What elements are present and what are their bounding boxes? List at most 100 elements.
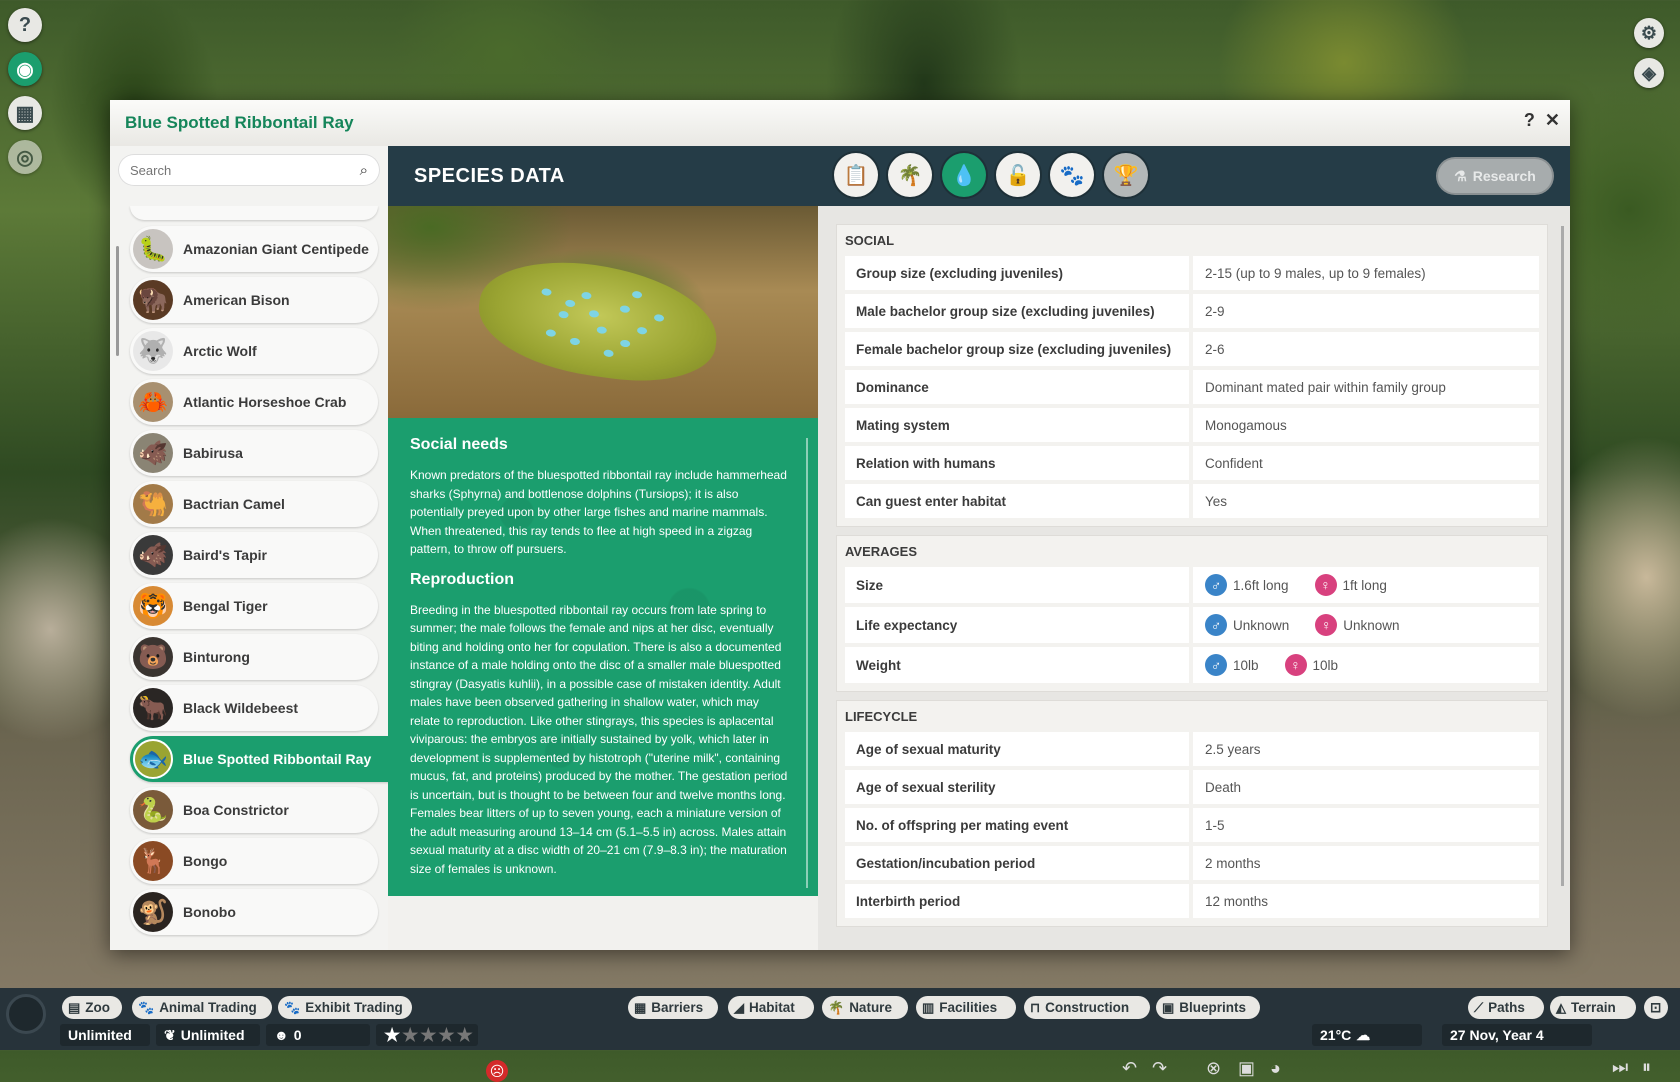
view-mode-icon[interactable]: ⊗ <box>1206 1058 1221 1079</box>
content-title: SPECIES DATA <box>414 164 565 187</box>
bottom-tab-facilities[interactable]: ▥ Facilities <box>916 996 1016 1019</box>
data-value: Death <box>1193 770 1539 804</box>
data-label: Mating system <box>845 408 1189 442</box>
zoopedia-icon[interactable]: ◉ <box>8 52 42 86</box>
species-item[interactable]: 🦀 Atlantic Horseshoe Crab <box>130 379 378 425</box>
species-name: Amazonian Giant Centipede <box>183 241 369 257</box>
data-label: Size <box>845 567 1189 603</box>
species-thumbnail: 🐫 <box>133 484 173 524</box>
species-item[interactable]: 🐗 Babirusa <box>130 430 378 476</box>
star-icon: ★ <box>402 1024 421 1045</box>
description-scrollbar[interactable] <box>806 438 808 888</box>
data-row: Female bachelor group size (excluding ju… <box>845 332 1539 366</box>
camera-icon[interactable]: ◈ <box>1634 58 1664 88</box>
habitat-icon[interactable]: 🌴 <box>888 153 932 197</box>
species-name: Binturong <box>183 649 250 665</box>
bottom-tab-nature[interactable]: 🌴 Nature <box>822 996 908 1019</box>
list-item-partial[interactable] <box>130 206 378 220</box>
search-input[interactable] <box>130 162 360 178</box>
help-icon[interactable]: ? <box>1524 110 1535 131</box>
star-icon: ★ <box>384 1024 403 1045</box>
data-label: Gestation/incubation period <box>845 846 1189 880</box>
male-value: 1.6ft long <box>1233 577 1289 593</box>
species-item[interactable]: 🐺 Arctic Wolf <box>130 328 378 374</box>
enrichment-icon[interactable]: 🔓 <box>996 153 1040 197</box>
guests-value: 0 <box>293 1027 302 1043</box>
right-toolbar: ⚙ ◈ <box>1634 18 1664 88</box>
calendar-icon[interactable]: ▦ <box>8 96 42 130</box>
search-icon[interactable]: ⌕ <box>360 162 368 179</box>
ray-spot <box>541 287 552 297</box>
undo-icon[interactable]: ↶ <box>1122 1058 1137 1079</box>
expand-toolbar-icon[interactable]: ⊡ <box>1644 996 1668 1019</box>
ray-spot <box>545 328 557 338</box>
tab-label: Zoo <box>85 1000 111 1015</box>
tab-label: Exhibit Trading <box>305 1000 403 1015</box>
species-item[interactable]: 🐯 Bengal Tiger <box>130 583 378 629</box>
paw-icon[interactable]: 🐾 <box>1050 153 1094 197</box>
tab-label: Facilities <box>939 1000 998 1015</box>
species-item[interactable]: 🐻 Binturong <box>130 634 378 680</box>
heatmap-icon[interactable]: ◕ <box>1270 1058 1281 1079</box>
female-icon: ♀ <box>1314 574 1337 596</box>
species-item[interactable]: 🐛 Amazonian Giant Centipede <box>130 226 378 272</box>
ray-illustration <box>471 249 725 393</box>
clipboard-icon[interactable]: 📋 <box>834 153 878 197</box>
reproduction-text: Breeding in the bluespotted ribbontail r… <box>410 602 788 876</box>
search-field[interactable]: ⌕ <box>118 154 380 186</box>
ray-spot <box>569 337 581 346</box>
species-item[interactable]: 🐍 Boa Constrictor <box>130 787 378 833</box>
social-needs-heading: Social needs <box>410 436 508 453</box>
data-scrollbar[interactable] <box>1561 226 1564 886</box>
data-value: Monogamous <box>1193 408 1539 442</box>
species-sidebar: ⌕ 🐛 Amazonian Giant Centipede 🦬 American Bi… <box>110 146 388 950</box>
ray-spot <box>580 291 592 300</box>
guests-icon: ☻ <box>274 1027 289 1043</box>
species-item[interactable]: 🐂 Black Wildebeest <box>130 685 378 731</box>
research-button[interactable]: ⚗ Research <box>1438 159 1552 193</box>
tab-icon: 🐾 <box>138 999 155 1015</box>
fast-forward-icon[interactable]: ⏭ <box>1612 1057 1628 1078</box>
species-item[interactable]: 🐫 Bactrian Camel <box>130 481 378 527</box>
bottom-tab-exhibit-trading[interactable]: 🐾 Exhibit Trading <box>278 996 412 1019</box>
data-label: Interbirth period <box>845 884 1189 918</box>
male-icon: ♂ <box>1205 574 1227 596</box>
data-value: 2.5 years <box>1193 732 1539 766</box>
help-icon[interactable]: ? <box>8 8 42 42</box>
bottom-tab-construction[interactable]: ⊓ Construction <box>1024 996 1150 1019</box>
male-icon: ♂ <box>1205 654 1227 676</box>
bottom-tab-terrain[interactable]: ◭ Terrain <box>1550 996 1636 1019</box>
data-value: ♂ 10lb ♀ 10lb <box>1193 647 1539 683</box>
close-icon[interactable]: ✕ <box>1545 110 1560 131</box>
ray-spot <box>653 313 665 323</box>
guest-mood-icon[interactable]: ☹ <box>486 1060 508 1082</box>
view-icon[interactable]: ◎ <box>8 140 42 174</box>
data-label: Age of sexual sterility <box>845 770 1189 804</box>
species-item[interactable]: 🐒 Bonobo <box>130 889 378 935</box>
bottom-tab-habitat[interactable]: ◢ Habitat <box>728 996 814 1019</box>
bottom-tab-animal-trading[interactable]: 🐾 Animal Trading <box>132 996 272 1019</box>
ray-spot <box>596 325 608 335</box>
pause-icon[interactable]: ⏸ <box>1642 1057 1651 1078</box>
redo-icon[interactable]: ↷ <box>1152 1058 1167 1079</box>
bottom-tab-barriers[interactable]: ▦ Barriers <box>628 996 718 1019</box>
data-value: ♂ 1.6ft long ♀ 1ft long <box>1193 567 1539 603</box>
bottom-bar: ▤ Zoo 🐾 Animal Trading 🐾 Exhibit Trading ▦ Barr… <box>0 988 1680 1082</box>
species-name: Bengal Tiger <box>183 598 268 614</box>
trophy-icon[interactable]: 🏆 <box>1104 153 1148 197</box>
tab-icon: 🐾 <box>284 999 301 1015</box>
species-data-icon[interactable]: 💧 <box>942 153 986 197</box>
bottom-tab-blueprints[interactable]: ▣ Blueprints <box>1156 996 1260 1019</box>
bottom-tab-zoo[interactable]: ▤ Zoo <box>62 996 122 1019</box>
species-item[interactable]: 🦌 Bongo <box>130 838 378 884</box>
camera-mode-icon[interactable]: ▣ <box>1238 1058 1255 1079</box>
species-image <box>388 206 818 418</box>
species-item[interactable]: 🐟 Blue Spotted Ribbontail Ray <box>130 736 388 782</box>
bottom-tab-paths[interactable]: ⟋ Paths <box>1468 996 1544 1019</box>
species-item[interactable]: 🐗 Baird's Tapir <box>130 532 378 578</box>
tab-label: Habitat <box>749 1000 795 1015</box>
data-label: Female bachelor group size (excluding ju… <box>845 332 1189 366</box>
settings-icon[interactable]: ⚙ <box>1634 18 1664 48</box>
tab-label: Construction <box>1045 1000 1130 1015</box>
species-item[interactable]: 🦬 American Bison <box>130 277 378 323</box>
